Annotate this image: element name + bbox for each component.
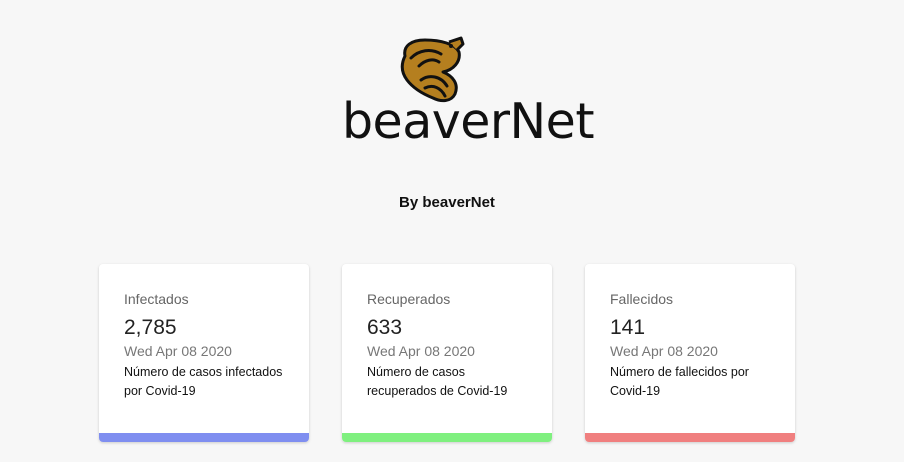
infected-card: Infectados 2,785 Wed Apr 08 2020 Número … (99, 264, 309, 442)
card-color-bar (342, 433, 552, 442)
card-value: 141 (610, 316, 646, 339)
byline: By beaverNet (399, 194, 495, 211)
card-description: Número de fallecidos por Covid-19 (610, 365, 749, 398)
card-label: Fallecidos (610, 291, 674, 307)
card-date: Wed Apr 08 2020 (367, 343, 475, 359)
recovered-card: Recuperados 633 Wed Apr 08 2020 Número d… (342, 264, 552, 442)
card-color-bar (99, 433, 309, 442)
card-label: Recuperados (367, 291, 451, 307)
card-date: Wed Apr 08 2020 (124, 343, 232, 359)
card-label: Infectados (124, 291, 189, 307)
card-description: Número de casos infectados por Covid-19 (124, 365, 283, 398)
brand-title: beaverNet (341, 93, 595, 150)
card-color-bar (585, 433, 795, 442)
card-value: 633 (367, 316, 403, 339)
card-date: Wed Apr 08 2020 (610, 343, 718, 359)
deceased-card: Fallecidos 141 Wed Apr 08 2020 Número de… (585, 264, 795, 442)
card-value: 2,785 (124, 316, 177, 339)
card-description: Número de casos recuperados de Covid-19 (367, 365, 508, 398)
